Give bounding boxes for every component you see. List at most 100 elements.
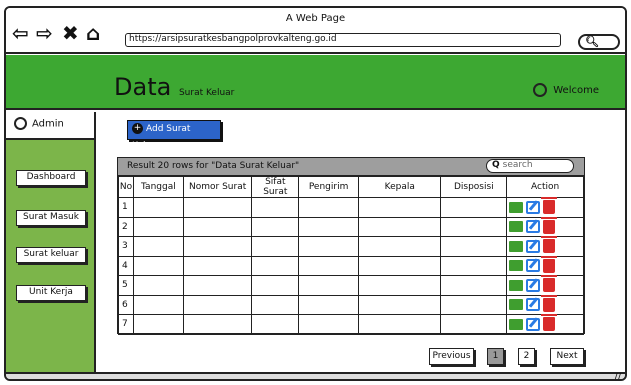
- user-circle-icon: [533, 83, 548, 97]
- close-x-icon[interactable]: ✖: [62, 23, 79, 43]
- open-folder-icon[interactable]: [509, 260, 524, 272]
- table-cell: [182, 216, 253, 237]
- row-actions: [506, 294, 584, 315]
- table-cell: [298, 197, 359, 218]
- edit-icon[interactable]: [526, 200, 541, 214]
- main-content: + Add Surat Keluar Result 20 rows for "Da…: [98, 112, 625, 372]
- table-cell: [440, 197, 508, 218]
- resize-grip-icon[interactable]: //: [614, 372, 621, 379]
- open-folder-icon[interactable]: [509, 240, 524, 252]
- back-arrow-icon[interactable]: ⇦: [12, 23, 29, 43]
- page-header: Data Surat Keluar Welcome: [6, 55, 625, 110]
- row-actions: [506, 236, 584, 257]
- row-actions: [506, 314, 584, 335]
- sidebar-item-unit-kerja[interactable]: Unit Kerja: [16, 285, 86, 301]
- sidebar: Admin Dashboard Surat Masuk Surat keluar…: [6, 112, 96, 372]
- table-row: 6: [118, 294, 584, 315]
- table-cell: [440, 275, 508, 296]
- table-cell: [182, 275, 253, 296]
- delete-icon[interactable]: [541, 294, 558, 312]
- delete-icon[interactable]: [541, 275, 558, 293]
- welcome-label: Welcome: [553, 85, 599, 96]
- delete-icon[interactable]: [541, 197, 558, 215]
- search-icon: 🔍︎: [585, 35, 599, 48]
- row-actions: [506, 255, 584, 276]
- sidebar-item-surat-keluar[interactable]: Surat keluar: [16, 247, 86, 263]
- pagination-previous-button[interactable]: Previous: [429, 348, 474, 365]
- column-header-sifat-surat: Sifat Surat: [251, 176, 300, 198]
- column-header-no: No: [118, 176, 134, 198]
- home-icon[interactable]: ⌂: [86, 23, 100, 43]
- table-cell: [298, 294, 359, 315]
- edit-icon[interactable]: [526, 239, 541, 253]
- page-logo: Data Surat Keluar: [114, 75, 234, 105]
- table-cell: [251, 197, 300, 218]
- row-number: 4: [118, 255, 134, 276]
- table-cell: [251, 236, 300, 257]
- address-bar[interactable]: https://arsipsuratkesbangpolprovkalteng.…: [125, 33, 561, 47]
- result-count: Result 20 rows for "Data Surat Keluar": [127, 161, 300, 171]
- table-cell: [440, 255, 508, 276]
- forward-arrow-icon[interactable]: ⇨: [36, 23, 53, 43]
- row-number: 1: [118, 197, 134, 218]
- welcome-menu[interactable]: Welcome: [533, 83, 599, 97]
- sidebar-user: Admin: [6, 112, 94, 140]
- table-toolbar: Result 20 rows for "Data Surat Keluar" Q…: [118, 158, 584, 176]
- delete-icon[interactable]: [541, 255, 558, 273]
- column-header-action: Action: [506, 176, 584, 198]
- open-folder-icon[interactable]: [509, 221, 524, 233]
- table-header-row: No Tanggal Nomor Surat Sifat Surat Pengi…: [118, 176, 584, 198]
- table-body: 1234567: [118, 197, 584, 335]
- table-row: 2: [118, 216, 584, 237]
- table-cell: [132, 236, 184, 257]
- sidebar-item-surat-masuk[interactable]: Surat Masuk: [16, 210, 86, 226]
- table-cell: [298, 275, 359, 296]
- edit-icon[interactable]: [526, 278, 541, 292]
- pagination-page-2[interactable]: 2: [518, 348, 535, 365]
- user-circle-icon: [14, 117, 27, 130]
- table-cell: [182, 236, 253, 257]
- delete-icon[interactable]: [541, 236, 558, 254]
- pagination-page-1[interactable]: 1: [487, 348, 504, 365]
- table-cell: [357, 197, 442, 218]
- browser-window: A Web Page ⇦ ⇨ ✖ ⌂ https://arsipsuratkes…: [4, 6, 627, 381]
- edit-icon[interactable]: [526, 259, 541, 273]
- table-cell: [182, 197, 253, 218]
- table-cell: [182, 294, 253, 315]
- column-header-tanggal: Tanggal: [132, 176, 184, 198]
- plus-circle-icon: +: [132, 123, 143, 134]
- table-search-input[interactable]: Qsearch: [486, 159, 574, 173]
- pagination-next-button[interactable]: Next: [550, 348, 584, 365]
- delete-icon[interactable]: [541, 314, 558, 332]
- table-row: 7: [118, 314, 584, 335]
- browser-search-button[interactable]: 🔍︎: [578, 34, 620, 50]
- row-actions: [506, 275, 584, 296]
- open-folder-icon[interactable]: [509, 201, 524, 213]
- table-cell: [440, 216, 508, 237]
- column-header-kepala: Kepala: [357, 176, 442, 198]
- row-actions: [506, 197, 584, 218]
- edit-icon[interactable]: [526, 298, 541, 312]
- add-surat-keluar-button[interactable]: + Add Surat Keluar: [127, 120, 221, 151]
- table-cell: [357, 294, 442, 315]
- row-actions: [506, 216, 584, 237]
- browser-statusbar: //: [6, 372, 625, 379]
- table-cell: [251, 216, 300, 237]
- table-cell: [440, 314, 508, 335]
- table-cell: [357, 216, 442, 237]
- row-number: 3: [118, 236, 134, 257]
- table-row: 1: [118, 197, 584, 218]
- table-row: 3: [118, 236, 584, 257]
- sidebar-item-dashboard[interactable]: Dashboard: [16, 170, 86, 186]
- open-folder-icon[interactable]: [509, 318, 524, 330]
- sidebar-user-name: Admin: [32, 118, 64, 130]
- open-folder-icon[interactable]: [509, 299, 524, 311]
- data-table-panel: Result 20 rows for "Data Surat Keluar" Q…: [117, 157, 585, 335]
- edit-icon[interactable]: [526, 317, 541, 331]
- table-cell: [357, 255, 442, 276]
- table-cell: [132, 314, 184, 335]
- edit-icon[interactable]: [526, 220, 541, 234]
- open-folder-icon[interactable]: [509, 279, 524, 291]
- delete-icon[interactable]: [541, 216, 558, 234]
- table-cell: [132, 275, 184, 296]
